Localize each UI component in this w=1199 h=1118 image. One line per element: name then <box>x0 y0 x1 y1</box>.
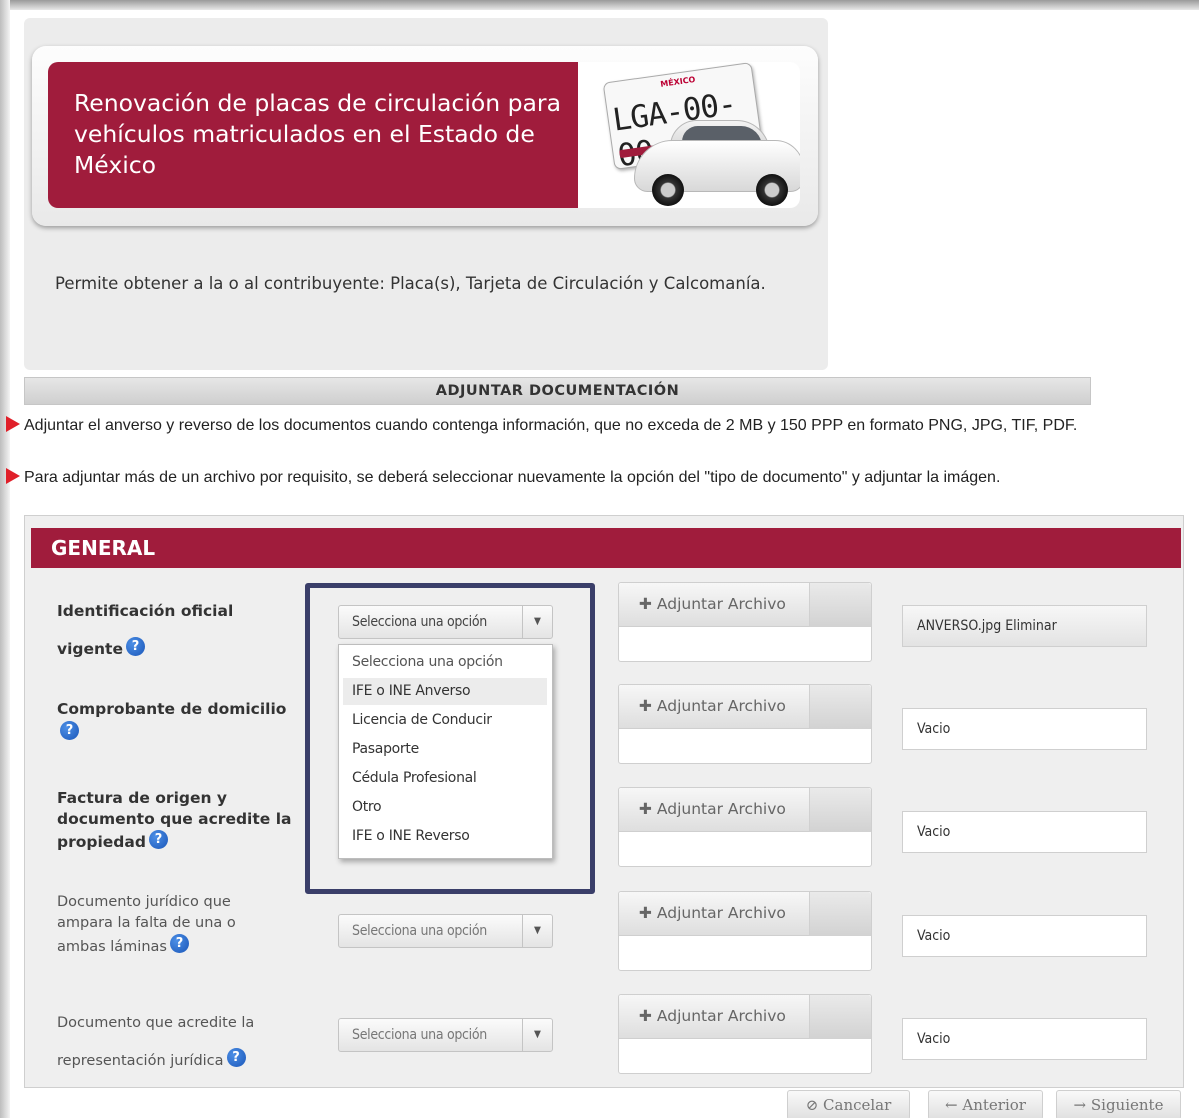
attach-file-widget: ✚ Adjuntar Archivo <box>618 994 872 1074</box>
attached-file-field[interactable]: Vacio <box>902 708 1147 750</box>
general-header: GENERAL <box>31 528 1181 568</box>
cancel-button[interactable]: ⊘ Cancelar <box>787 1090 910 1118</box>
help-icon[interactable]: ? <box>226 1048 246 1067</box>
attached-file-name: Vacio <box>917 824 951 840</box>
doc-label-text: Factura de origen y documento que acredi… <box>57 789 292 851</box>
plate-brand: MÉXICO <box>659 74 696 89</box>
help-icon[interactable]: ? <box>125 637 145 656</box>
attach-file-button[interactable]: ✚ Adjuntar Archivo <box>619 892 871 936</box>
select-value: Selecciona una opción <box>352 1027 487 1043</box>
attached-file-name: ANVERSO.jpg Eliminar <box>917 618 1057 634</box>
previous-button[interactable]: ← Anterior <box>928 1090 1043 1118</box>
help-icon[interactable]: ? <box>60 721 79 740</box>
attached-file-field[interactable]: Vacio <box>902 1018 1147 1060</box>
banner-title: Renovación de placas de circulación para… <box>74 89 561 179</box>
note-text: Para adjuntar más de un archivo por requ… <box>24 469 1001 486</box>
attach-file-widget: ✚ Adjuntar Archivo <box>618 787 872 867</box>
note-multiple-files: Para adjuntar más de un archivo por requ… <box>6 468 1176 487</box>
help-icon[interactable]: ? <box>169 934 189 953</box>
browser-top-edge <box>0 0 1199 10</box>
attach-button-tab <box>809 685 871 729</box>
attached-file-field[interactable]: ANVERSO.jpg Eliminar <box>902 605 1147 647</box>
attach-button-tab <box>809 995 871 1039</box>
attach-file-label: ✚ Adjuntar Archivo <box>639 595 786 613</box>
note-text: Adjuntar el anverso y reverso de los doc… <box>24 417 1078 434</box>
car-wheel-front <box>652 174 684 206</box>
annotation-highlight-frame <box>305 583 595 894</box>
red-triangle-bullet-icon <box>6 468 20 484</box>
service-description: Permite obtener a la o al contribuyente:… <box>55 274 766 293</box>
red-triangle-bullet-icon <box>6 416 20 432</box>
document-type-select[interactable]: Selecciona una opción ▼ <box>338 914 553 948</box>
service-banner: Renovación de placas de circulación para… <box>32 46 818 226</box>
browser-left-edge <box>0 0 10 1118</box>
doc-label-text: Comprobante de domicilio <box>57 700 287 718</box>
attach-button-tab <box>809 583 871 627</box>
attach-file-label: ✚ Adjuntar Archivo <box>639 697 786 715</box>
attach-file-button[interactable]: ✚ Adjuntar Archivo <box>619 995 871 1039</box>
attached-file-field[interactable]: Vacio <box>902 915 1147 957</box>
select-value: Selecciona una opción <box>352 923 487 939</box>
attach-file-widget: ✚ Adjuntar Archivo <box>618 891 872 971</box>
attach-button-tab <box>809 892 871 936</box>
note-file-requirements: Adjuntar el anverso y reverso de los doc… <box>6 416 1176 435</box>
attach-file-widget: ✚ Adjuntar Archivo <box>618 684 872 764</box>
attached-file-name: Vacio <box>917 928 951 944</box>
doc-label-text: Identificación oficial vigente <box>57 602 234 658</box>
doc-label-representacion: Documento que acredite la representación… <box>57 1004 287 1080</box>
doc-label-text: Documento jurídico que ampara la falta d… <box>57 894 236 955</box>
attach-file-label: ✚ Adjuntar Archivo <box>639 904 786 922</box>
attached-file-name: Vacio <box>917 1031 951 1047</box>
doc-label-comprobante: Comprobante de domicilio? <box>57 697 302 745</box>
section-title: ADJUNTAR DOCUMENTACIÓN <box>24 377 1091 405</box>
next-button[interactable]: → Siguiente <box>1056 1090 1181 1118</box>
help-icon[interactable]: ? <box>148 830 168 849</box>
doc-label-documento-juridico: Documento jurídico que ampara la falta d… <box>57 892 267 958</box>
chevron-down-icon[interactable]: ▼ <box>522 1019 552 1051</box>
attach-file-widget: ✚ Adjuntar Archivo <box>618 582 872 662</box>
attach-file-button[interactable]: ✚ Adjuntar Archivo <box>619 788 871 832</box>
attached-file-field[interactable]: Vacio <box>902 811 1147 853</box>
attach-file-button[interactable]: ✚ Adjuntar Archivo <box>619 685 871 729</box>
attach-file-label: ✚ Adjuntar Archivo <box>639 800 786 818</box>
car-wheel-rear <box>756 174 788 206</box>
attach-file-button[interactable]: ✚ Adjuntar Archivo <box>619 583 871 627</box>
car-plate-illustration: MÉXICO LGA-00-00 <box>578 62 800 208</box>
attach-button-tab <box>809 788 871 832</box>
chevron-down-icon[interactable]: ▼ <box>522 915 552 947</box>
document-type-select[interactable]: Selecciona una opción ▼ <box>338 1018 553 1052</box>
doc-label-text: Documento que acredite la representación… <box>57 1015 255 1069</box>
attached-file-name: Vacio <box>917 721 951 737</box>
attach-file-label: ✚ Adjuntar Archivo <box>639 1007 786 1025</box>
doc-label-factura: Factura de origen y documento que acredi… <box>57 788 302 853</box>
doc-label-identificacion: Identificación oficial vigente? <box>57 592 302 668</box>
banner-title-area: Renovación de placas de circulación para… <box>48 62 578 208</box>
